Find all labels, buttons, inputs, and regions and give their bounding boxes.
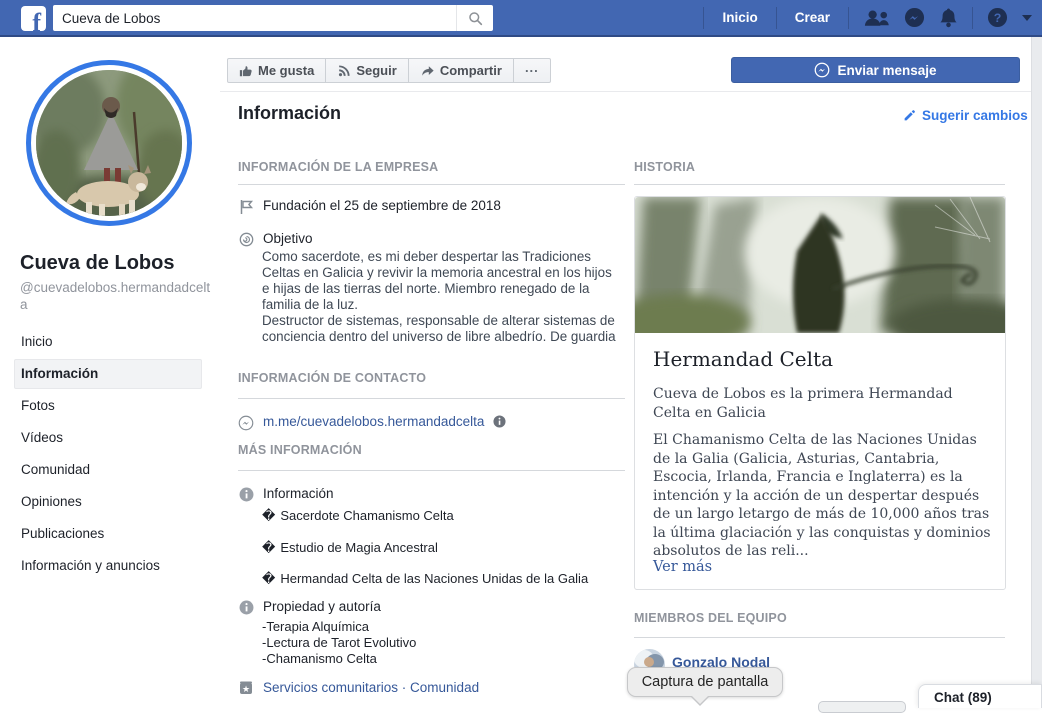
mission-label: Objetivo xyxy=(263,231,313,246)
more-info-section-header: MÁS INFORMACIÓN xyxy=(238,443,362,457)
section-divider xyxy=(634,637,1005,638)
tooltip-text: Captura de pantalla xyxy=(642,674,769,690)
top-navigation-bar: f Inicio Crear xyxy=(0,0,1042,37)
page-profile-photo[interactable] xyxy=(26,60,192,226)
search-input[interactable] xyxy=(53,5,456,31)
founded-row: Fundación el 25 de septiembre de 2018 xyxy=(238,198,501,215)
page-scroll-gutter[interactable] xyxy=(1031,37,1042,708)
sidebar-item-comunidad[interactable]: Comunidad xyxy=(0,454,220,486)
replacement-diamond-glyph: � xyxy=(262,540,275,555)
partial-bottom-button[interactable] xyxy=(818,701,906,713)
categories-row: ★ Servicios comunitarios · Comunidad xyxy=(238,680,479,696)
ownership-row: Propiedad y autoría xyxy=(238,599,381,615)
topnav-divider xyxy=(703,7,704,29)
replacement-diamond-glyph: � xyxy=(262,571,275,586)
about-label: Información xyxy=(263,486,334,501)
page-sidebar-nav: Inicio Información Fotos Vídeos Comunida… xyxy=(0,326,220,582)
sidebar-item-publicaciones[interactable]: Publicaciones xyxy=(0,518,220,550)
flag-icon xyxy=(238,198,254,215)
svg-text:?: ? xyxy=(994,11,1002,25)
section-divider xyxy=(238,184,625,185)
topnav-divider xyxy=(848,7,849,29)
ellipsis-icon: ... xyxy=(525,60,539,75)
topnav-home-link[interactable]: Inicio xyxy=(718,10,761,25)
sidebar-item-inicio[interactable]: Inicio xyxy=(0,326,220,358)
section-divider xyxy=(238,398,625,399)
follow-button[interactable]: Seguir xyxy=(325,58,408,83)
sidebar-item-opiniones[interactable]: Opiniones xyxy=(0,486,220,518)
send-message-button[interactable]: Enviar mensaje xyxy=(731,57,1020,83)
share-button[interactable]: Compartir xyxy=(408,58,514,83)
notifications-bell-icon[interactable] xyxy=(939,7,958,28)
ownership-label: Propiedad y autoría xyxy=(263,599,381,614)
topnav-create-link[interactable]: Crear xyxy=(791,10,834,25)
chat-label: Chat (89) xyxy=(934,690,992,705)
sidebar-item-informacion[interactable]: Información xyxy=(0,358,220,390)
facebook-logo[interactable]: f xyxy=(21,6,46,31)
about-item: �Sacerdote Chamanismo Celta xyxy=(262,508,454,524)
topnav-divider xyxy=(972,7,973,29)
suggest-edits-link[interactable]: Sugerir cambios xyxy=(903,108,1028,123)
category-tag-icon: ★ xyxy=(238,680,254,696)
mission-text: Como sacerdote, es mi deber despertar la… xyxy=(262,249,620,345)
founded-text: Fundación el 25 de septiembre de 2018 xyxy=(263,198,501,213)
about-row: Información xyxy=(238,486,334,502)
sidebar-item-videos[interactable]: Vídeos xyxy=(0,422,220,454)
chat-bar[interactable]: Chat (89) xyxy=(918,684,1042,708)
section-divider xyxy=(634,184,1005,185)
company-info-section-header: INFORMACIÓN DE LA EMPRESA xyxy=(238,160,438,174)
messenger-link[interactable]: m.me/cuevadelobos.hermandadcelta xyxy=(263,414,484,429)
info-circle-icon xyxy=(238,486,254,502)
story-intro: Cueva de Lobos es la primera Hermandad C… xyxy=(653,385,993,422)
like-button[interactable]: Me gusta xyxy=(227,58,326,83)
section-page-title: Información xyxy=(238,103,341,124)
about-item: �Estudio de Magia Ancestral xyxy=(262,540,438,556)
section-divider xyxy=(238,470,625,471)
sidebar-item-fotos[interactable]: Fotos xyxy=(0,390,220,422)
story-body: El Chamanismo Celta de las Naciones Unid… xyxy=(653,431,993,561)
facebook-logo-letter: f xyxy=(32,8,41,31)
info-icon[interactable] xyxy=(493,415,506,428)
page-handle: @cuevadelobos.hermandadcelta xyxy=(20,279,212,313)
page-actions-bar: Me gusta Seguir Compartir ... Enviar men… xyxy=(220,37,1031,92)
team-section-header: MIEMBROS DEL EQUIPO xyxy=(634,611,787,625)
account-menu-caret-icon[interactable] xyxy=(1022,15,1032,21)
help-icon[interactable]: ? xyxy=(987,7,1008,28)
ownership-lines: -Terapia Alquímica -Lectura de Tarot Evo… xyxy=(262,619,416,667)
replacement-diamond-glyph: � xyxy=(262,508,275,523)
info-circle-icon xyxy=(238,599,254,615)
share-arrow-icon xyxy=(420,64,435,78)
mission-row: Objetivo xyxy=(238,231,313,247)
search-icon xyxy=(468,11,483,26)
topnav-divider xyxy=(776,7,777,29)
search-button[interactable] xyxy=(456,5,493,31)
follow-rss-icon xyxy=(337,64,351,78)
messenger-outline-icon xyxy=(814,62,830,78)
history-section-header: HISTORIA xyxy=(634,160,695,174)
pencil-icon xyxy=(903,109,916,122)
screenshot-tooltip: Captura de pantalla xyxy=(627,667,783,697)
friend-requests-icon[interactable] xyxy=(863,9,890,27)
sidebar-item-informacion-anuncios[interactable]: Información y anuncios xyxy=(0,550,220,582)
svg-text:★: ★ xyxy=(242,684,250,694)
profile-photo-image xyxy=(33,67,185,219)
history-story-card: Hermandad Celta Cueva de Lobos es la pri… xyxy=(634,196,1006,590)
contact-info-section-header: INFORMACIÓN DE CONTACTO xyxy=(238,371,426,385)
page-title: Cueva de Lobos xyxy=(20,252,174,275)
messenger-outline-gray-icon xyxy=(238,414,254,431)
about-item: �Hermandad Celta de las Naciones Unidas … xyxy=(262,571,588,587)
search-box xyxy=(53,5,493,31)
messenger-contact-row: m.me/cuevadelobos.hermandadcelta xyxy=(238,414,506,431)
story-cover-image[interactable] xyxy=(635,197,1005,333)
more-actions-button[interactable]: ... xyxy=(513,58,551,83)
messenger-icon[interactable] xyxy=(904,7,925,28)
see-more-link[interactable]: Ver más xyxy=(653,559,712,575)
story-title: Hermandad Celta xyxy=(653,347,833,371)
thumbs-up-icon xyxy=(239,64,253,78)
mission-target-icon xyxy=(238,231,254,247)
categories-link[interactable]: Servicios comunitarios · Comunidad xyxy=(263,680,479,695)
